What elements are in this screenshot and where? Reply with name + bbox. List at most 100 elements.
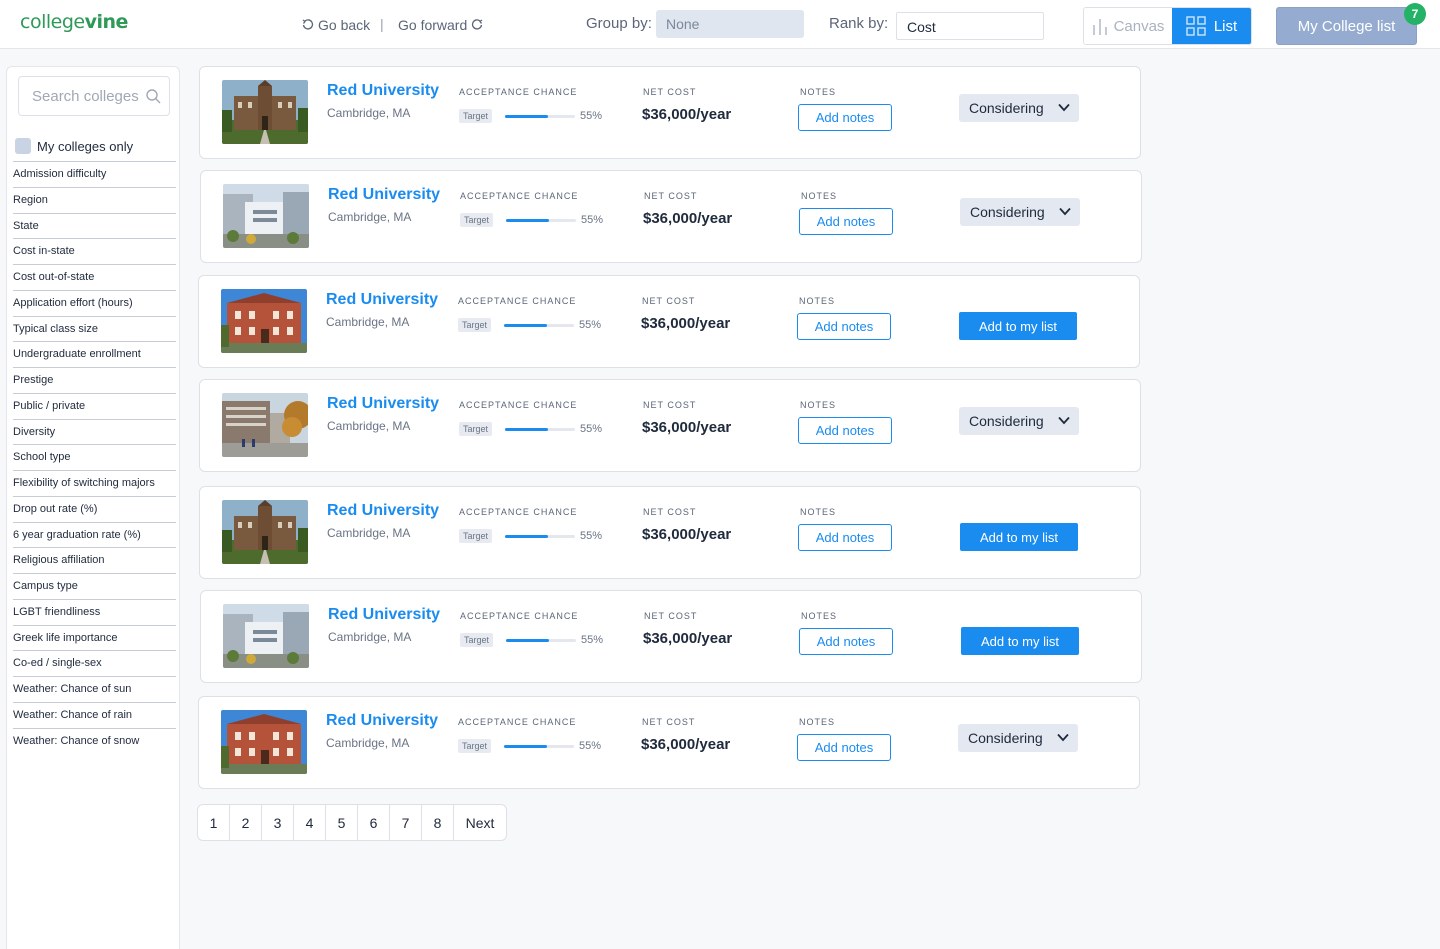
go-forward-button[interactable]: Go forward (398, 17, 483, 33)
page-button[interactable]: 2 (230, 805, 262, 840)
status-dropdown[interactable]: Considering (960, 198, 1080, 226)
page-button[interactable]: 7 (390, 805, 422, 840)
filter-item[interactable]: Flexibility of switching majors (13, 470, 176, 496)
college-card: Red University Cambridge, MA ACCEPTANCE CH… (198, 275, 1140, 368)
filter-item[interactable]: Co-ed / single-sex (13, 650, 176, 676)
acceptance-progress-bar (506, 639, 576, 642)
page-button[interactable]: 6 (358, 805, 390, 840)
college-photo[interactable] (222, 80, 308, 144)
filter-item[interactable]: Cost out-of-state (13, 264, 176, 290)
college-photo[interactable] (222, 500, 308, 564)
college-name-link[interactable]: Red University (326, 291, 438, 309)
canvas-view-button[interactable]: Canvas (1084, 8, 1172, 44)
college-name-link[interactable]: Red University (327, 502, 439, 520)
collegevine-logo[interactable]: collegevine (20, 11, 128, 33)
nav-separator: | (380, 16, 384, 32)
college-name-link[interactable]: Red University (328, 606, 440, 624)
list-view-button[interactable]: List (1172, 8, 1251, 44)
page-button[interactable]: 8 (422, 805, 454, 840)
my-college-list-button[interactable]: My College list (1276, 7, 1417, 45)
college-location: Cambridge, MA (327, 106, 411, 120)
filter-item[interactable]: Weather: Chance of sun (13, 676, 176, 702)
filter-item[interactable]: Religious affiliation (13, 547, 176, 573)
my-colleges-only-toggle[interactable]: My colleges only (15, 138, 133, 154)
filter-item[interactable]: Typical class size (13, 315, 176, 342)
filter-item[interactable]: Application effort (hours) (13, 289, 176, 316)
acceptance-percent: 55% (581, 214, 604, 226)
page-button[interactable]: 1 (198, 805, 230, 840)
notes-label: NOTES (800, 507, 837, 517)
filter-item[interactable]: Weather: Chance of rain (13, 701, 176, 728)
add-to-list-button[interactable]: Add to my list (961, 627, 1079, 655)
notes-label: NOTES (801, 611, 838, 621)
acceptance-chance-label: ACCEPTANCE CHANCE (459, 87, 578, 97)
group-by-select[interactable]: None (656, 10, 804, 38)
filter-item[interactable]: Public / private (13, 392, 176, 419)
college-location: Cambridge, MA (328, 630, 412, 644)
my-colleges-checkbox[interactable] (15, 138, 31, 154)
filter-list: Admission difficulty Region State Cost in-s… (13, 161, 176, 753)
filter-item[interactable]: School type (13, 444, 176, 470)
filter-item[interactable]: Greek life importance (13, 624, 176, 651)
notes-label: NOTES (799, 717, 836, 727)
page-button[interactable]: 5 (326, 805, 358, 840)
college-name-link[interactable]: Red University (327, 395, 439, 413)
college-name-link[interactable]: Red University (327, 82, 439, 100)
target-tag: Target (460, 633, 494, 647)
bar-chart-icon (1092, 19, 1107, 35)
logo-text-college: college (20, 11, 85, 33)
college-photo[interactable] (221, 289, 307, 353)
add-notes-button[interactable]: Add notes (797, 313, 891, 340)
college-name-link[interactable]: Red University (328, 186, 440, 204)
filter-item[interactable]: Weather: Chance of snow (13, 727, 176, 754)
filter-item[interactable]: Undergraduate enrollment (13, 341, 176, 367)
net-cost-value: $36,000/year (642, 106, 732, 123)
add-notes-button[interactable]: Add notes (798, 524, 892, 551)
college-photo[interactable] (223, 184, 309, 248)
college-photo[interactable] (221, 710, 307, 774)
filter-item[interactable]: Prestige (13, 367, 176, 393)
acceptance-progress-fill (505, 115, 549, 118)
page-button[interactable]: 4 (294, 805, 326, 840)
college-photo[interactable] (222, 393, 308, 457)
acceptance-percent: 55% (580, 423, 603, 435)
filter-item[interactable]: Cost in-state (13, 238, 176, 264)
chevron-down-icon (1058, 416, 1070, 425)
filter-item[interactable]: State (13, 212, 176, 239)
acceptance-progress-bar (505, 115, 575, 118)
add-to-list-button[interactable]: Add to my list (959, 312, 1077, 340)
search-placeholder: Search colleges (32, 88, 139, 105)
add-notes-button[interactable]: Add notes (798, 104, 892, 131)
filter-item[interactable]: Drop out rate (%) (13, 495, 176, 522)
status-dropdown[interactable]: Considering (959, 407, 1079, 435)
add-notes-button[interactable]: Add notes (799, 208, 893, 235)
net-cost-value: $36,000/year (641, 315, 731, 332)
net-cost-label: NET COST (643, 507, 697, 517)
filter-item[interactable]: Campus type (13, 573, 176, 599)
filter-item[interactable]: Region (13, 186, 176, 213)
add-notes-button[interactable]: Add notes (797, 734, 891, 761)
acceptance-chance-label: ACCEPTANCE CHANCE (460, 611, 579, 621)
net-cost-value: $36,000/year (643, 630, 733, 647)
filter-item[interactable]: LGBT friendliness (13, 598, 176, 625)
go-back-button[interactable]: Go back (302, 17, 370, 33)
filter-item[interactable]: Admission difficulty (13, 161, 176, 187)
add-notes-button[interactable]: Add notes (798, 417, 892, 444)
acceptance-progress-bar (506, 219, 576, 222)
rank-by-select[interactable]: Cost (896, 12, 1044, 40)
filter-item[interactable]: Diversity (13, 418, 176, 445)
status-dropdown[interactable]: Considering (958, 724, 1078, 752)
page-button[interactable]: 3 (262, 805, 294, 840)
search-icon (146, 89, 161, 104)
search-colleges-input[interactable]: Search colleges (18, 76, 170, 116)
add-to-list-button[interactable]: Add to my list (960, 523, 1078, 551)
notes-label: NOTES (799, 296, 836, 306)
filter-item[interactable]: 6 year graduation rate (%) (13, 521, 176, 548)
status-dropdown[interactable]: Considering (959, 94, 1079, 122)
status-label: Considering (969, 100, 1044, 116)
next-page-button[interactable]: Next (454, 805, 506, 840)
net-cost-label: NET COST (642, 717, 696, 727)
college-photo[interactable] (223, 604, 309, 668)
college-name-link[interactable]: Red University (326, 712, 438, 730)
add-notes-button[interactable]: Add notes (799, 628, 893, 655)
